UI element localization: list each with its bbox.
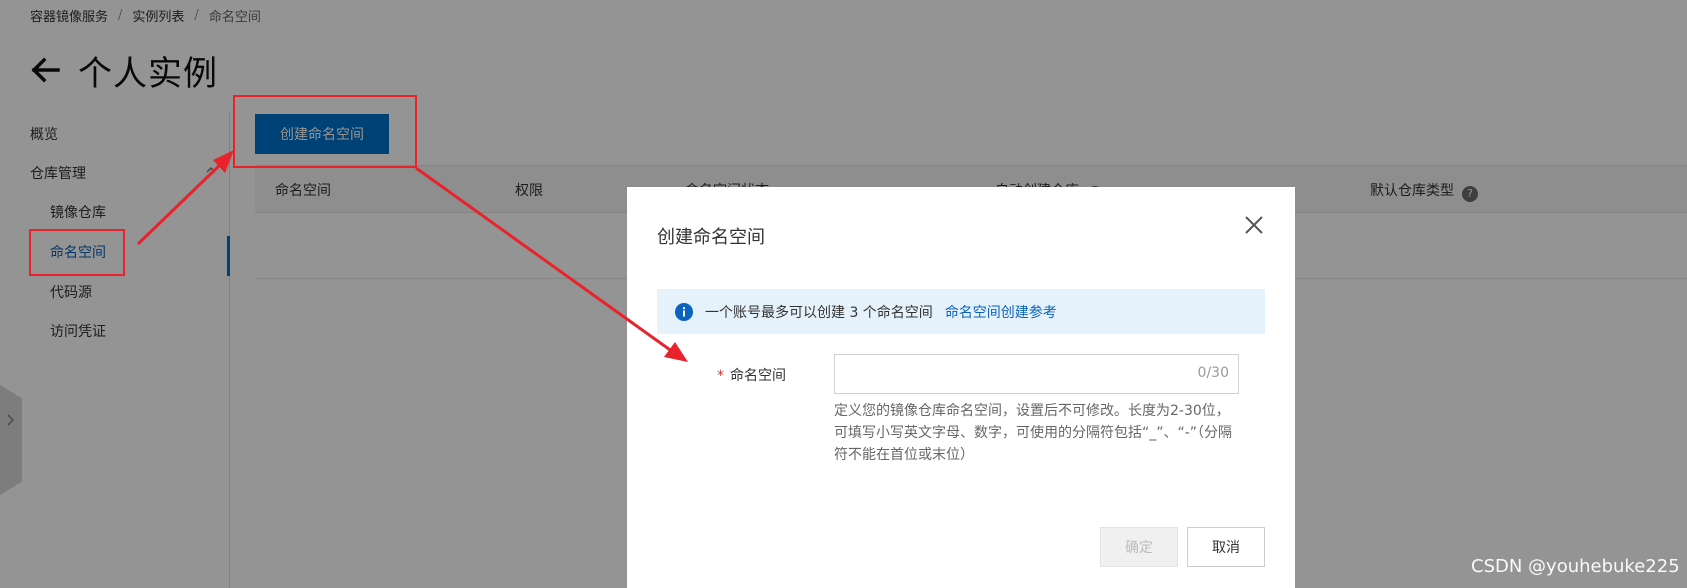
annotation-arrows (136, 150, 688, 362)
watermark: CSDN @youhebuke225 (1471, 556, 1680, 577)
